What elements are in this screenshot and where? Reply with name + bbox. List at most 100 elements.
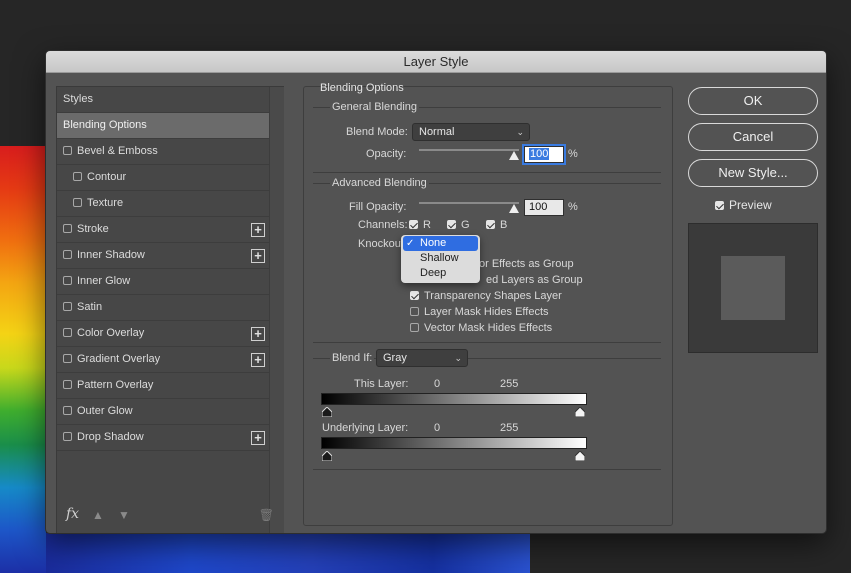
opacity-unit: % [568,148,578,160]
style-item-checkbox[interactable] [63,276,72,285]
trash-icon[interactable]: 🗑 [259,508,274,522]
style-item-label: Inner Shadow [77,249,145,261]
style-item-checkbox[interactable] [63,432,72,441]
canvas-artwork-bottom [46,533,530,573]
channel-r-checkbox[interactable] [409,220,418,229]
style-item-gradient-overlay[interactable]: Gradient Overlay + [57,347,269,373]
style-item-checkbox[interactable] [63,302,72,311]
styles-list-scrollbar[interactable] [269,87,284,533]
underlying-layer-gradient-bar [321,437,587,449]
channel-r-label: R [423,219,431,231]
layer-style-dialog: Layer Style Styles Blending Options Bevel … [45,50,827,534]
style-item-drop-shadow[interactable]: Drop Shadow + [57,425,269,451]
blend-mode-label: Blend Mode: [346,126,408,138]
this-layer-max: 255 [500,378,519,390]
new-style-button[interactable]: New Style... [688,159,818,187]
style-item-checkbox[interactable] [63,380,72,389]
style-item-inner-glow[interactable]: Inner Glow [57,269,269,295]
style-item-checkbox[interactable] [63,354,72,363]
this-layer-label: This Layer: [354,378,409,390]
checkmark-icon: ✓ [406,238,415,249]
style-preview [688,223,818,353]
vector-mask-label: Vector Mask Hides Effects [424,322,553,334]
this-layer-white-handle[interactable] [575,407,585,417]
blend-if-select[interactable]: Gray ⌄ [376,349,468,367]
this-layer-min: 0 [434,378,441,390]
opacity-value: 100 [529,148,550,160]
style-item-label: Stroke [77,223,109,235]
style-item-pattern-overlay[interactable]: Pattern Overlay [57,373,269,399]
style-item-checkbox[interactable] [73,198,82,207]
move-up-icon[interactable]: ▲ [92,508,104,522]
style-item-label: Gradient Overlay [77,353,161,365]
style-item-contour[interactable]: Contour [57,165,269,191]
vector-mask-option[interactable]: Vector Mask Hides Effects [410,322,552,334]
style-item-checkbox[interactable] [63,328,72,337]
add-effect-plus-icon[interactable]: + [251,249,265,263]
style-item-checkbox[interactable] [63,224,72,233]
underlying-layer-white-handle[interactable] [575,451,585,461]
style-item-label: Styles [63,93,93,105]
knockout-option-none-label: None [420,237,447,249]
add-effect-plus-icon[interactable]: + [251,223,265,237]
underlying-layer-max: 255 [500,422,519,434]
style-item-color-overlay[interactable]: Color Overlay + [57,321,269,347]
ok-button[interactable]: OK [688,87,818,115]
channel-b[interactable]: B [486,219,507,231]
style-item-styles[interactable]: Styles [57,87,269,113]
transparency-shapes-checkbox[interactable] [410,291,419,300]
style-item-outer-glow[interactable]: Outer Glow [57,399,269,425]
styles-list: Styles Blending Options Bevel & Emboss Cont… [56,86,284,533]
channel-r[interactable]: R [409,219,431,231]
style-item-checkbox[interactable] [73,172,82,181]
layer-mask-checkbox[interactable] [410,307,419,316]
channel-g[interactable]: G [447,219,470,231]
style-item-satin[interactable]: Satin [57,295,269,321]
opacity-slider-handle[interactable] [509,151,519,160]
knockout-option-none[interactable]: ✓ None [403,236,478,251]
blend-interior-option[interactable]: or Effects as Group [479,258,574,270]
style-item-inner-shadow[interactable]: Inner Shadow + [57,243,269,269]
style-item-blending-options[interactable]: Blending Options [57,113,269,139]
fx-menu-button[interactable]: fx [66,506,79,522]
style-item-checkbox[interactable] [63,406,72,415]
move-down-icon[interactable]: ▼ [118,508,130,522]
preview-checkbox[interactable] [715,201,724,210]
layer-mask-label: Layer Mask Hides Effects [424,306,549,318]
preview-toggle[interactable]: Preview [715,198,772,212]
blend-clipped-option[interactable]: ed Layers as Group [486,274,583,286]
transparency-shapes-label: Transparency Shapes Layer [424,290,562,302]
fill-opacity-slider-handle[interactable] [509,204,519,213]
cancel-button[interactable]: Cancel [688,123,818,151]
blend-mode-select[interactable]: Normal ⌄ [412,123,530,141]
knockout-option-deep[interactable]: Deep [401,266,480,281]
opacity-input[interactable]: 100 [522,144,566,165]
add-effect-plus-icon[interactable]: + [251,431,265,445]
fill-opacity-input[interactable]: 100 [524,199,564,216]
style-item-label: Blending Options [63,119,147,131]
channel-g-checkbox[interactable] [447,220,456,229]
this-layer-black-handle[interactable] [322,407,332,417]
knockout-option-shallow[interactable]: Shallow [401,251,480,266]
channel-b-checkbox[interactable] [486,220,495,229]
styles-list-footer: fx ▲ ▼ 🗑 [56,506,284,528]
style-item-checkbox[interactable] [63,146,72,155]
underlying-layer-black-handle[interactable] [322,451,332,461]
style-item-checkbox[interactable] [63,250,72,259]
style-item-bevel-emboss[interactable]: Bevel & Emboss [57,139,269,165]
add-effect-plus-icon[interactable]: + [251,327,265,341]
layer-mask-option[interactable]: Layer Mask Hides Effects [410,306,549,318]
style-item-stroke[interactable]: Stroke + [57,217,269,243]
style-item-texture[interactable]: Texture [57,191,269,217]
style-item-label: Satin [77,301,103,313]
opacity-slider[interactable] [419,149,519,151]
add-effect-plus-icon[interactable]: + [251,353,265,367]
vector-mask-checkbox[interactable] [410,323,419,332]
style-item-label: Color Overlay [77,327,145,339]
fill-opacity-slider[interactable] [419,202,519,204]
style-item-label: Inner Glow [77,275,131,287]
underlying-layer-min: 0 [434,422,441,434]
general-blending-title: General Blending [330,101,420,113]
blend-if-value: Gray [383,352,407,364]
transparency-shapes-option[interactable]: Transparency Shapes Layer [410,290,562,302]
